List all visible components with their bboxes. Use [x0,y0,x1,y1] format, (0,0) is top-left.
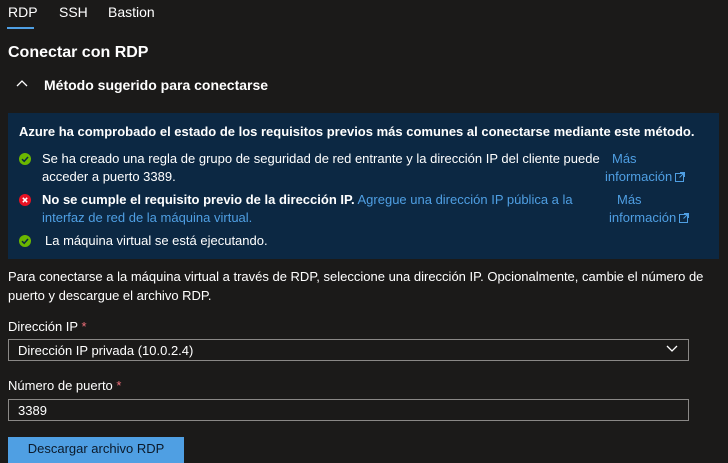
more-info-link-line2[interactable]: información [605,168,686,186]
ip-address-label-text: Dirección IP [8,319,78,334]
port-number-input[interactable]: 3389 [8,399,689,421]
ip-address-selected-value: Dirección IP privada (10.0.2.4) [18,343,194,358]
required-marker: * [116,378,122,393]
tab-rdp[interactable]: RDP [8,4,38,20]
required-marker: * [81,319,87,334]
connection-description: Para conectarse a la máquina virtual a t… [8,269,704,303]
more-info-line2: información [605,169,673,184]
more-info-link[interactable]: Más [612,150,637,168]
info-heading: Azure ha comprobado el estado de los req… [19,124,695,139]
ip-address-label: Dirección IP * [8,319,87,334]
prerequisite-text: Se ha creado una regla de grupo de segur… [42,151,600,184]
more-info-line1: Más [617,192,642,207]
more-info-line1: Más [612,151,637,166]
section-title: Conectar con RDP [8,44,149,61]
active-tab-indicator [7,27,34,29]
prerequisite-text: No se cumple el requisito previo de la d… [42,191,607,227]
more-info-line2: información [609,210,677,225]
chevron-down-icon [666,345,678,352]
more-info-link[interactable]: Más [617,191,642,209]
port-number-label: Número de puerto * [8,378,121,393]
more-info-link-line2[interactable]: información [609,209,690,227]
tab-bar: RDP SSH Bastion [0,0,728,30]
port-number-label-text: Número de puerto [8,378,113,393]
success-check-icon [19,153,31,165]
external-link-icon [679,213,690,223]
chevron-up-icon [16,80,28,87]
tab-bastion[interactable]: Bastion [108,4,155,20]
prerequisite-error-text: No se cumple el requisito previo de la d… [42,192,355,207]
prerequisite-text: La máquina virtual se está ejecutando. [45,233,268,248]
success-check-icon [19,235,31,247]
port-number-value: 3389 [18,403,47,418]
ip-address-dropdown[interactable]: Dirección IP privada (10.0.2.4) [8,339,689,361]
error-x-icon [19,194,31,206]
external-link-icon [675,172,686,182]
tab-ssh[interactable]: SSH [59,4,88,20]
expander-label: Método sugerido para conectarse [44,77,269,93]
download-rdp-button[interactable]: Descargar archivo RDP [8,437,184,463]
prerequisites-info-box: Azure ha comprobado el estado de los req… [8,113,719,259]
suggested-method-expander[interactable]: Método sugerido para conectarse [16,76,416,96]
